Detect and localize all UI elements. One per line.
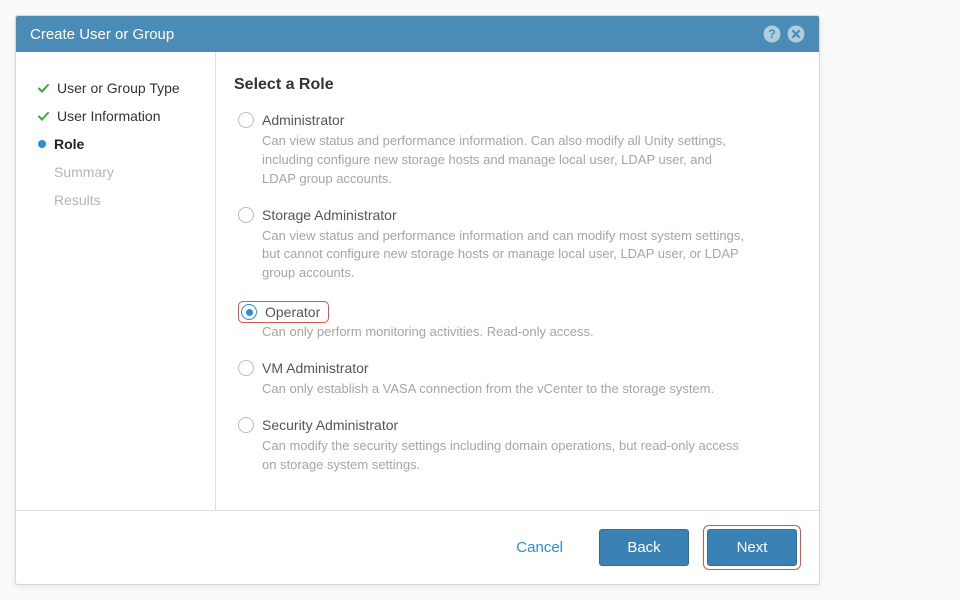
wizard-sidebar: User or Group Type User Information Role… bbox=[16, 52, 216, 510]
role-name: VM Administrator bbox=[262, 360, 369, 376]
role-option-vm-administrator[interactable]: VM Administrator Can only establish a VA… bbox=[234, 360, 789, 399]
radio-button[interactable] bbox=[241, 304, 257, 320]
sidebar-item-label: Role bbox=[54, 136, 84, 152]
role-description: Can only establish a VASA connection fro… bbox=[238, 380, 748, 399]
role-description: Can only perform monitoring activities. … bbox=[238, 323, 748, 342]
highlight-box: Next bbox=[703, 525, 801, 570]
wizard-body: User or Group Type User Information Role… bbox=[16, 52, 819, 510]
sidebar-item-label: User Information bbox=[57, 108, 160, 124]
dialog-title: Create User or Group bbox=[30, 26, 763, 43]
titlebar-icons: ? bbox=[763, 25, 805, 43]
check-icon bbox=[38, 111, 49, 122]
radio-button[interactable] bbox=[238, 112, 254, 128]
highlight-box: Operator bbox=[238, 301, 329, 323]
role-option-administrator[interactable]: Administrator Can view status and perfor… bbox=[234, 112, 789, 189]
sidebar-item-user-information[interactable]: User Information bbox=[38, 102, 215, 130]
radio-button[interactable] bbox=[238, 360, 254, 376]
radio-button[interactable] bbox=[238, 207, 254, 223]
sidebar-item-label: Results bbox=[54, 192, 101, 208]
role-name: Storage Administrator bbox=[262, 207, 397, 223]
wizard-dialog: Create User or Group ? User or Group Typ… bbox=[15, 15, 820, 585]
role-option-security-administrator[interactable]: Security Administrator Can modify the se… bbox=[234, 417, 789, 475]
role-description: Can modify the security settings includi… bbox=[238, 437, 748, 475]
role-name: Administrator bbox=[262, 112, 344, 128]
radio-button[interactable] bbox=[238, 417, 254, 433]
role-name: Security Administrator bbox=[262, 417, 398, 433]
role-option-operator[interactable]: Operator Can only perform monitoring act… bbox=[234, 301, 789, 342]
help-icon[interactable]: ? bbox=[763, 25, 781, 43]
empty-icon bbox=[38, 168, 46, 176]
sidebar-item-label: User or Group Type bbox=[57, 80, 180, 96]
sidebar-item-user-or-group-type[interactable]: User or Group Type bbox=[38, 74, 215, 102]
wizard-content: Select a Role Administrator Can view sta… bbox=[216, 52, 819, 510]
role-name: Operator bbox=[265, 304, 320, 320]
titlebar: Create User or Group ? bbox=[16, 16, 819, 52]
svg-text:?: ? bbox=[768, 27, 775, 41]
role-description: Can view status and performance informat… bbox=[238, 132, 748, 189]
empty-icon bbox=[38, 196, 46, 204]
close-icon[interactable] bbox=[787, 25, 805, 43]
sidebar-item-results[interactable]: Results bbox=[38, 186, 215, 214]
next-button[interactable]: Next bbox=[707, 529, 797, 566]
sidebar-item-summary[interactable]: Summary bbox=[38, 158, 215, 186]
cancel-button[interactable]: Cancel bbox=[494, 530, 585, 565]
check-icon bbox=[38, 83, 49, 94]
role-description: Can view status and performance informat… bbox=[238, 227, 748, 284]
wizard-footer: Cancel Back Next bbox=[16, 510, 819, 584]
bullet-icon bbox=[38, 140, 46, 148]
sidebar-item-label: Summary bbox=[54, 164, 114, 180]
back-button[interactable]: Back bbox=[599, 529, 689, 566]
sidebar-item-role[interactable]: Role bbox=[38, 130, 215, 158]
role-option-storage-administrator[interactable]: Storage Administrator Can view status an… bbox=[234, 207, 789, 284]
content-title: Select a Role bbox=[234, 76, 789, 94]
